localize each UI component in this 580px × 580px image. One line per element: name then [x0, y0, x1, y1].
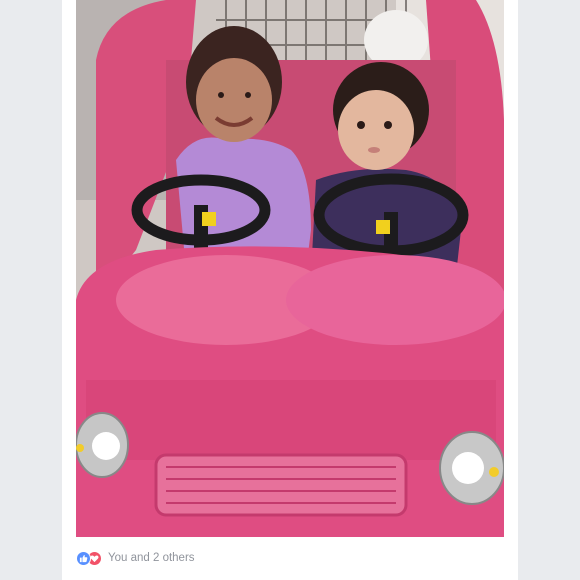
- post-card: You and 2 others: [62, 0, 518, 580]
- like-icon: [76, 550, 91, 566]
- post-photo[interactable]: [76, 0, 504, 537]
- reaction-count[interactable]: You and 2 others: [108, 552, 195, 564]
- photo-kids-in-pink-car-cart: [76, 0, 504, 537]
- reactions-bar[interactable]: You and 2 others: [76, 548, 195, 568]
